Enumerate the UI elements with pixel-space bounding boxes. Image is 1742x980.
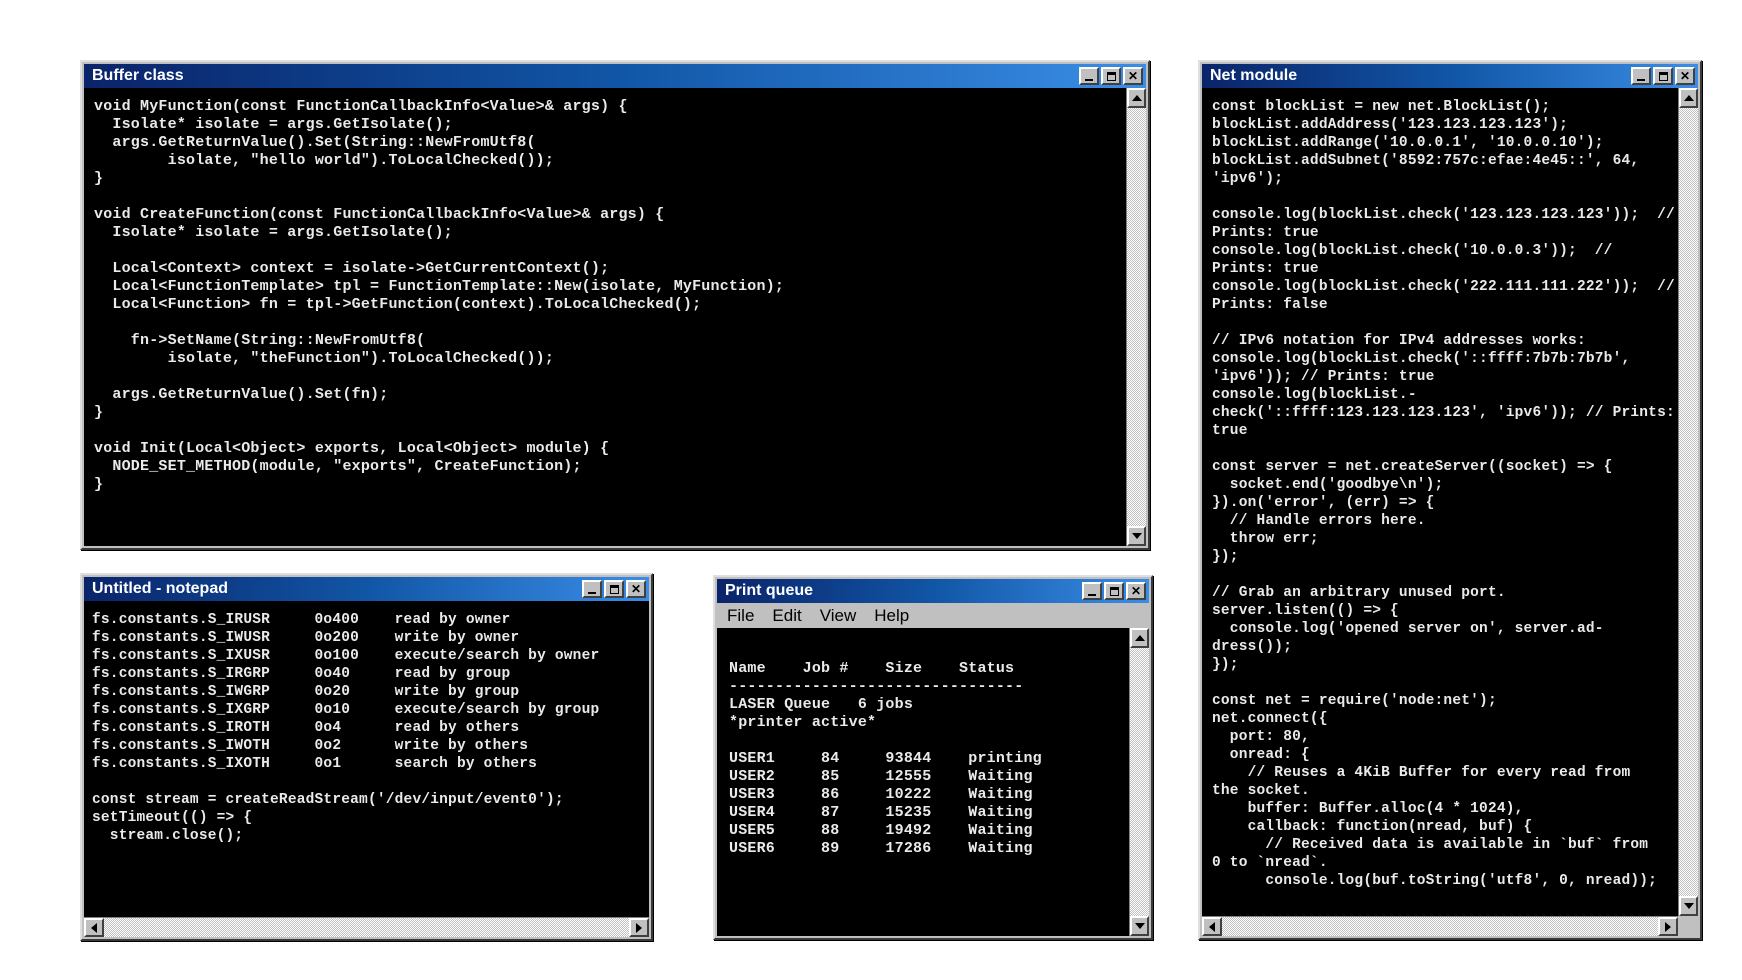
scroll-track[interactable] <box>1222 917 1658 936</box>
maximize-icon <box>1110 587 1119 596</box>
maximize-icon <box>1107 72 1116 81</box>
close-button[interactable]: ✕ <box>1123 67 1143 85</box>
arrow-up-icon <box>1684 95 1694 101</box>
scrollbar-corner <box>1678 916 1698 936</box>
menu-edit[interactable]: Edit <box>772 606 801 626</box>
client-area: fs.constants.S_IRUSR 0o400 read by owner… <box>84 601 649 937</box>
arrow-right-icon <box>636 923 642 933</box>
horizontal-scrollbar[interactable] <box>1202 916 1678 936</box>
close-icon: ✕ <box>1128 69 1138 83</box>
arrow-up-icon <box>1135 635 1145 641</box>
window-net-module: Net module ✕ const blockList = new net.B… <box>1198 60 1702 940</box>
close-button[interactable]: ✕ <box>1675 67 1695 85</box>
minimize-button[interactable] <box>1631 67 1651 85</box>
titlebar[interactable]: Net module ✕ <box>1202 64 1698 88</box>
close-button[interactable]: ✕ <box>626 580 646 598</box>
maximize-button[interactable] <box>1653 67 1673 85</box>
close-icon: ✕ <box>1131 584 1141 598</box>
window-buffer-class: Buffer class ✕ void MyFunction(const Fun… <box>80 60 1150 550</box>
client-area: const blockList = new net.BlockList(); b… <box>1202 88 1698 936</box>
horizontal-scrollbar[interactable] <box>84 917 649 937</box>
window-print-queue: Print queue ✕ File Edit View Help Name J… <box>713 575 1153 940</box>
arrow-down-icon <box>1135 923 1145 929</box>
minimize-button[interactable] <box>1079 67 1099 85</box>
scroll-down-button[interactable] <box>1130 916 1149 936</box>
scroll-up-button[interactable] <box>1127 88 1146 108</box>
menubar: File Edit View Help <box>717 603 1149 628</box>
minimize-icon <box>1085 79 1093 81</box>
menu-help[interactable]: Help <box>874 606 909 626</box>
scroll-left-button[interactable] <box>1202 917 1222 936</box>
close-icon: ✕ <box>1680 69 1690 83</box>
text-content[interactable]: fs.constants.S_IRUSR 0o400 read by owner… <box>84 601 649 855</box>
minimize-button[interactable] <box>582 580 602 598</box>
scroll-down-button[interactable] <box>1679 896 1698 916</box>
arrow-right-icon <box>1665 922 1671 932</box>
menu-view[interactable]: View <box>820 606 857 626</box>
maximize-icon <box>610 585 619 594</box>
titlebar[interactable]: Untitled - notepad ✕ <box>84 577 649 601</box>
scroll-track[interactable] <box>1130 648 1149 916</box>
maximize-icon <box>1659 72 1668 81</box>
arrow-down-icon <box>1684 903 1694 909</box>
scroll-down-button[interactable] <box>1127 526 1146 546</box>
vertical-scrollbar[interactable] <box>1678 88 1698 916</box>
title-text: Buffer class <box>92 67 184 85</box>
vertical-scrollbar[interactable] <box>1126 88 1146 546</box>
vertical-scrollbar[interactable] <box>1129 628 1149 936</box>
window-controls: ✕ <box>582 580 646 598</box>
scroll-up-button[interactable] <box>1679 88 1698 108</box>
scroll-track[interactable] <box>1679 108 1698 896</box>
scroll-track[interactable] <box>1127 108 1146 526</box>
scroll-left-button[interactable] <box>84 918 104 937</box>
arrow-left-icon <box>1209 922 1215 932</box>
title-text: Net module <box>1210 67 1297 85</box>
window-controls: ✕ <box>1079 67 1143 85</box>
minimize-icon <box>1088 594 1096 596</box>
arrow-down-icon <box>1132 533 1142 539</box>
minimize-icon <box>588 592 596 594</box>
client-area: void MyFunction(const FunctionCallbackIn… <box>84 88 1146 546</box>
code-content[interactable]: const blockList = new net.BlockList(); b… <box>1202 88 1678 900</box>
arrow-left-icon <box>91 923 97 933</box>
minimize-icon <box>1637 79 1645 81</box>
scroll-right-button[interactable] <box>1658 917 1678 936</box>
minimize-button[interactable] <box>1082 582 1102 600</box>
title-text: Untitled - notepad <box>92 580 228 598</box>
client-area: Name Job # Size Status -----------------… <box>717 628 1149 936</box>
window-controls: ✕ <box>1082 582 1146 600</box>
window-notepad: Untitled - notepad ✕ fs.constants.S_IRUS… <box>80 573 653 941</box>
titlebar[interactable]: Print queue ✕ <box>717 579 1149 603</box>
title-text: Print queue <box>725 582 813 600</box>
scroll-track[interactable] <box>104 918 629 937</box>
scroll-up-button[interactable] <box>1130 628 1149 648</box>
maximize-button[interactable] <box>1101 67 1121 85</box>
code-content[interactable]: void MyFunction(const FunctionCallbackIn… <box>84 88 1126 504</box>
menu-file[interactable]: File <box>727 606 754 626</box>
close-icon: ✕ <box>631 582 641 596</box>
scroll-right-button[interactable] <box>629 918 649 937</box>
queue-content[interactable]: Name Job # Size Status -----------------… <box>717 628 1129 872</box>
maximize-button[interactable] <box>1104 582 1124 600</box>
close-button[interactable]: ✕ <box>1126 582 1146 600</box>
arrow-up-icon <box>1132 95 1142 101</box>
maximize-button[interactable] <box>604 580 624 598</box>
window-controls: ✕ <box>1631 67 1695 85</box>
titlebar[interactable]: Buffer class ✕ <box>84 64 1146 88</box>
